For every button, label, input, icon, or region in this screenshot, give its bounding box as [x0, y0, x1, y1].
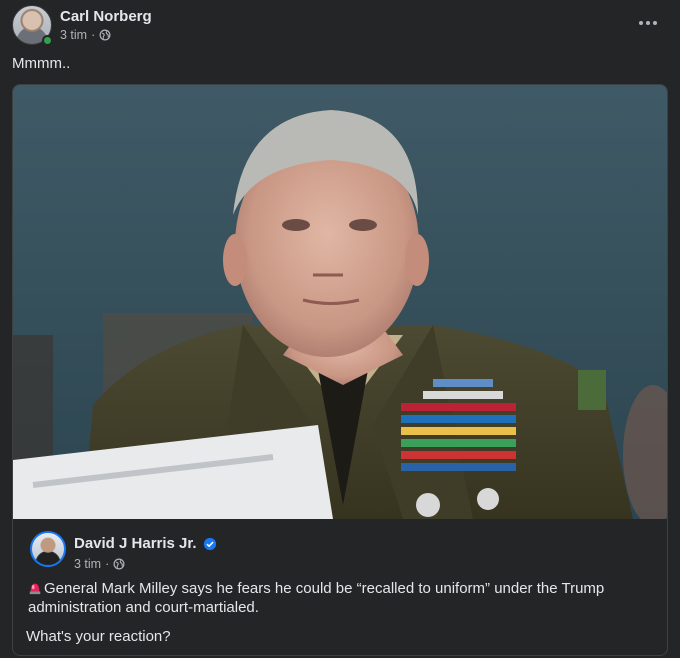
- facebook-post: Carl Norberg 3 tim · Mmmm.. David J Harr…: [0, 0, 680, 658]
- more-options-icon[interactable]: [636, 15, 660, 31]
- shared-author-avatar[interactable]: [30, 531, 66, 567]
- post-caption: Mmmm..: [12, 55, 71, 72]
- police-light-icon: [29, 583, 41, 595]
- shared-post-header: David J Harris Jr. 3 tim ·: [30, 531, 650, 571]
- post-time[interactable]: 3 tim: [60, 28, 87, 42]
- post-header: Carl Norberg 3 tim ·: [12, 5, 668, 46]
- shared-post-text: General Mark Milley says he fears he cou…: [28, 579, 648, 617]
- shared-post-time[interactable]: 3 tim: [74, 557, 101, 571]
- author-name[interactable]: Carl Norberg: [60, 8, 152, 25]
- shared-author-name[interactable]: David J Harris Jr.: [74, 535, 217, 552]
- meta-separator: ·: [91, 28, 96, 42]
- globe-icon[interactable]: [113, 558, 125, 570]
- online-status-dot: [42, 35, 53, 46]
- shared-post-meta: 3 tim ·: [74, 557, 125, 571]
- news-photo[interactable]: [13, 85, 667, 519]
- shared-author-name-text[interactable]: David J Harris Jr.: [74, 535, 197, 552]
- globe-icon[interactable]: [99, 29, 111, 41]
- shared-post-card[interactable]: David J Harris Jr. 3 tim · General Mark …: [12, 84, 668, 656]
- shared-post-question: What's your reaction?: [26, 628, 171, 645]
- post-meta: 3 tim ·: [60, 28, 111, 42]
- meta-separator: ·: [105, 557, 110, 571]
- shared-post-body: General Mark Milley says he fears he cou…: [28, 580, 605, 616]
- verified-badge-icon: [203, 537, 216, 550]
